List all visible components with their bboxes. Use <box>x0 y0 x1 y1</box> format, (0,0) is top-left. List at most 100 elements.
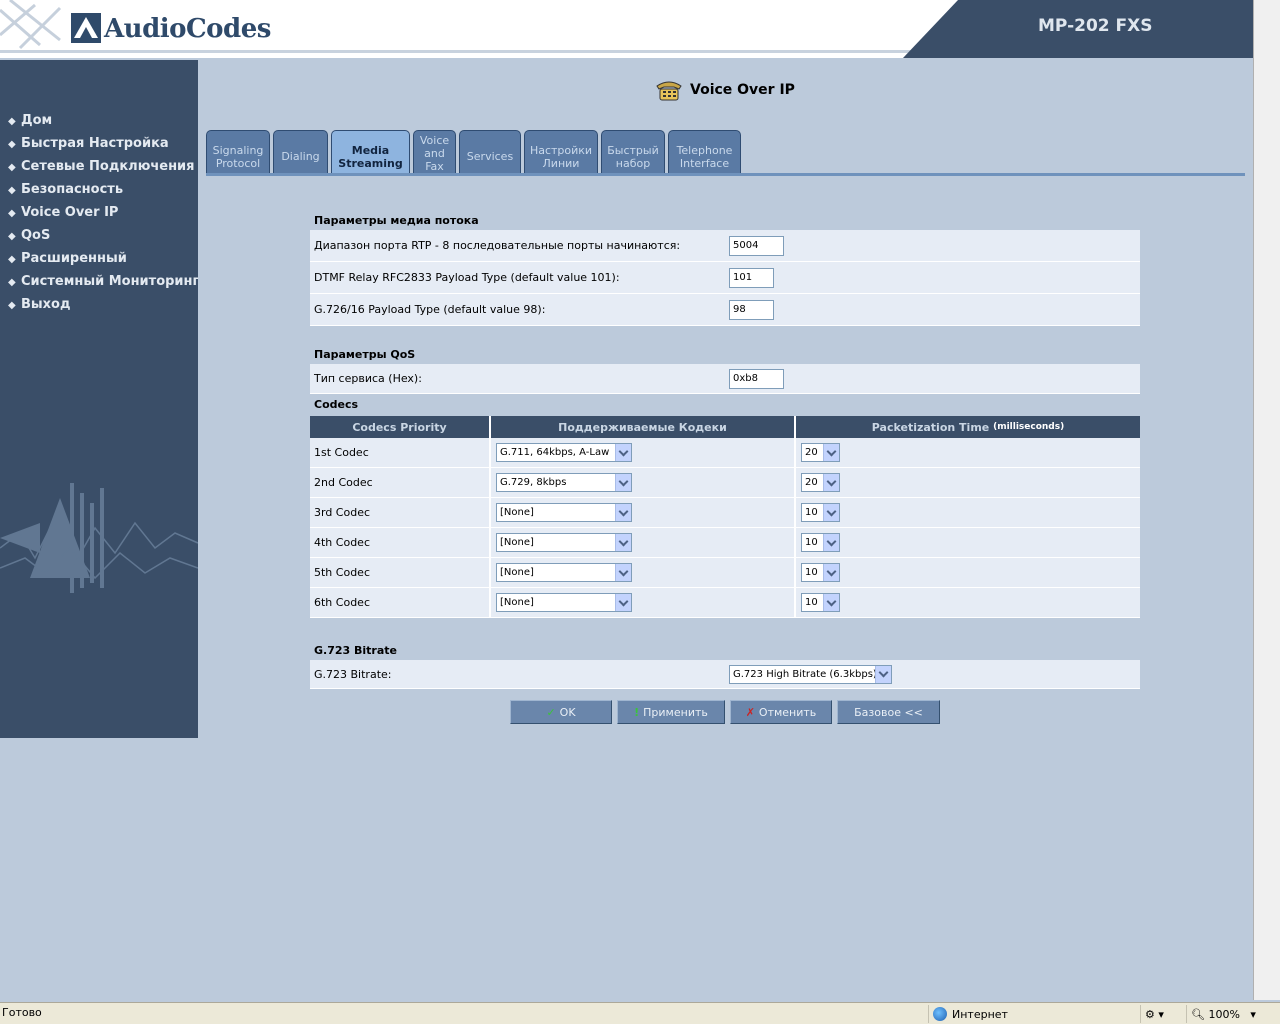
chevron-down-icon[interactable] <box>823 444 839 461</box>
sidebar-item-voice-over-ip[interactable]: ◆ Voice Over IP <box>8 204 198 227</box>
codec-6-select[interactable]: [None] <box>496 593 632 612</box>
tab-label: Streaming <box>338 156 403 170</box>
codec-3-select[interactable]: [None] <box>496 503 632 522</box>
phone-icon <box>656 81 682 101</box>
tab-voice-and-fax[interactable]: Voice and Fax <box>413 130 456 174</box>
audiocodes-logo-icon <box>71 13 101 43</box>
codec-5-select[interactable]: [None] <box>496 563 632 582</box>
g723-bitrate-select[interactable]: G.723 High Bitrate (6.3kbps) <box>729 664 892 684</box>
chevron-down-icon[interactable] <box>875 665 891 683</box>
bullet-icon: ◆ <box>8 277 16 288</box>
codec-row-3: 3rd Codec [None] 10 <box>310 498 1140 528</box>
ptime-6-select[interactable]: 10 <box>801 593 840 612</box>
page-title-text: Voice Over IP <box>690 82 795 98</box>
tab-dialing[interactable]: Dialing <box>273 130 328 174</box>
codec-row-6: 6th Codec [None] 10 <box>310 588 1140 618</box>
brand-name: AudioCodes <box>104 14 271 44</box>
codec-priority-header: Codecs Priority <box>310 416 491 438</box>
tab-label: and <box>424 147 445 160</box>
zoom-level: 100% <box>1208 1007 1240 1021</box>
bullet-icon: ◆ <box>8 254 16 265</box>
browser-scrollbar[interactable] <box>1253 0 1280 1000</box>
media-section-title: Параметры медиа потока <box>314 214 479 227</box>
codec-1-select[interactable]: G.711, 64kbps, A-Law <box>496 443 632 462</box>
page-title: Voice Over IP <box>654 78 795 102</box>
chevron-down-icon[interactable] <box>823 534 839 551</box>
g726-payload-row: G.726/16 Payload Type (default value 98)… <box>310 294 1140 326</box>
rtp-port-input[interactable] <box>729 235 784 256</box>
sidebar-item-quick-setup[interactable]: ◆ Быстрая Настройка <box>8 135 198 158</box>
ptime-5-value: 10 <box>805 567 818 578</box>
tab-label: Interface <box>679 156 730 170</box>
status-text: Готово <box>2 1006 42 1019</box>
tab-line-settings[interactable]: Настройки Линии <box>524 130 598 174</box>
codec-4-select[interactable]: [None] <box>496 533 632 552</box>
tab-media-streaming[interactable]: Media Streaming <box>331 130 410 174</box>
sidebar-item-label: Выход <box>21 297 71 312</box>
ptime-1-select[interactable]: 20 <box>801 443 840 462</box>
codec-4-value: [None] <box>500 537 534 548</box>
sidebar-item-label: Дом <box>21 113 53 128</box>
tab-label: Voice <box>419 134 450 147</box>
globe-icon <box>933 1007 947 1021</box>
dtmf-payload-input[interactable] <box>729 267 774 288</box>
ok-button[interactable]: ✓ OK <box>510 700 612 724</box>
sidebar-item-qos[interactable]: ◆ QoS <box>8 227 198 250</box>
tab-signaling-protocol[interactable]: Signaling Protocol <box>206 130 270 174</box>
tab-label: Линии <box>542 156 580 170</box>
tab-speed-dial[interactable]: Быстрый набор <box>601 130 665 174</box>
chevron-down-icon[interactable] <box>615 534 631 551</box>
ptime-4-select[interactable]: 10 <box>801 533 840 552</box>
sidebar-item-network-connections[interactable]: ◆ Сетевые Подключения <box>8 158 198 181</box>
g723-label: G.723 Bitrate: <box>314 667 392 681</box>
bullet-icon: ◆ <box>8 231 16 242</box>
bullet-icon: ◆ <box>8 139 16 150</box>
bullet-icon: ◆ <box>8 185 16 196</box>
apply-button[interactable]: ! Применить <box>617 700 725 724</box>
basic-button[interactable]: Базовое << <box>837 700 940 724</box>
codec-5-value: [None] <box>500 567 534 578</box>
tab-telephone-interface[interactable]: Telephone Interface <box>668 130 741 174</box>
zoom-icon: 🔍︎ <box>1191 1007 1205 1021</box>
ptime-5-select[interactable]: 10 <box>801 563 840 582</box>
ptime-4-value: 10 <box>805 537 818 548</box>
codec-priority-label: 5th Codec <box>310 558 491 587</box>
chevron-down-icon[interactable] <box>615 564 631 581</box>
chevron-down-icon[interactable] <box>823 594 839 611</box>
ptime-6-value: 10 <box>805 597 818 608</box>
sidebar-item-advanced[interactable]: ◆ Расширенный <box>8 250 198 273</box>
logo-graphic-icon <box>0 0 62 50</box>
tos-label: Тип сервиса (Hex): <box>314 372 422 385</box>
g726-payload-input[interactable] <box>729 299 774 320</box>
zoom-control[interactable]: 🔍︎ 100% ▾ <box>1186 1005 1262 1023</box>
chevron-down-icon[interactable] <box>823 474 839 491</box>
g723-row: G.723 Bitrate: G.723 High Bitrate (6.3kb… <box>310 660 1140 689</box>
chevron-down-icon[interactable] <box>615 474 631 491</box>
basic-button-label: Базовое << <box>854 705 923 719</box>
codec-2-select[interactable]: G.729, 8kbps <box>496 473 632 492</box>
tos-input[interactable] <box>729 368 784 389</box>
protected-mode[interactable]: ⚙ ▾ <box>1140 1005 1182 1023</box>
ptime-2-select[interactable]: 20 <box>801 473 840 492</box>
chevron-down-icon[interactable] <box>823 504 839 521</box>
chevron-down-icon[interactable] <box>615 594 631 611</box>
chevron-down-icon[interactable] <box>823 564 839 581</box>
ptime-3-select[interactable]: 10 <box>801 503 840 522</box>
sidebar-item-security[interactable]: ◆ Безопасность <box>8 181 198 204</box>
sidebar: ◆ Дом ◆ Быстрая Настройка ◆ Сетевые Подключ… <box>0 60 198 738</box>
cancel-button[interactable]: ✗ Отменить <box>730 700 832 724</box>
chevron-down-icon[interactable] <box>615 504 631 521</box>
codec-priority-label: 2nd Codec <box>310 468 491 497</box>
codec-priority-label: 6th Codec <box>310 588 491 617</box>
bullet-icon: ◆ <box>8 300 16 311</box>
ptime-2-value: 20 <box>805 477 818 488</box>
sidebar-item-label: Voice Over IP <box>21 205 119 220</box>
g726-payload-label: G.726/16 Payload Type (default value 98)… <box>314 303 546 316</box>
sidebar-item-system-monitoring[interactable]: ◆ Системный Мониторинг <box>8 273 198 296</box>
tab-services[interactable]: Services <box>459 130 521 174</box>
sidebar-item-label: Быстрая Настройка <box>21 136 169 151</box>
chevron-down-icon[interactable] <box>615 444 631 461</box>
sidebar-item-home[interactable]: ◆ Дом <box>8 112 198 135</box>
sidebar-item-logout[interactable]: ◆ Выход <box>8 296 198 319</box>
codec-row-2: 2nd Codec G.729, 8kbps 20 <box>310 468 1140 498</box>
